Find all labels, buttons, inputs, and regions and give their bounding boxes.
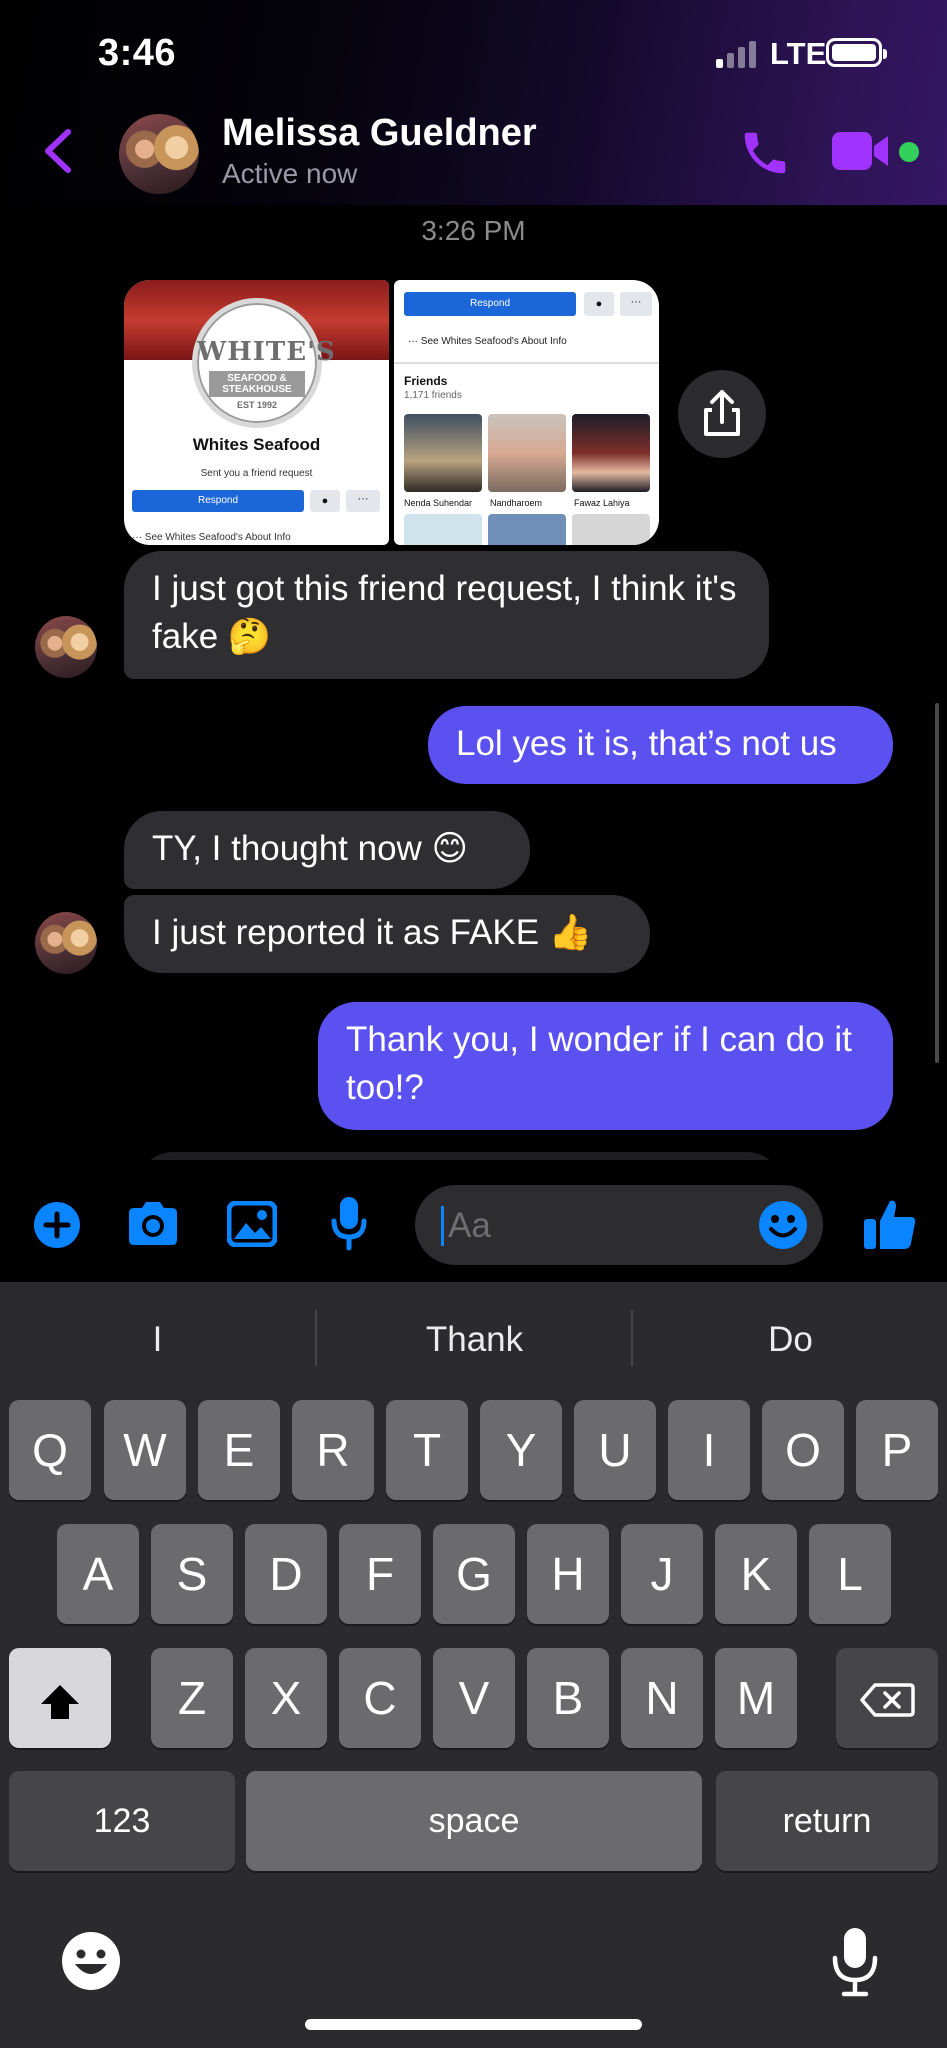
emoji-icon[interactable]	[758, 1200, 808, 1250]
sender-avatar	[35, 616, 97, 678]
share-icon[interactable]	[678, 370, 766, 458]
key-w[interactable]: W	[104, 1400, 186, 1500]
key-d[interactable]: D	[245, 1524, 327, 1624]
contact-avatar[interactable]	[119, 114, 199, 194]
respond-button: Respond	[404, 292, 576, 316]
friend-photo	[404, 514, 482, 545]
friend-name: Nandharoem	[490, 498, 543, 508]
key-k[interactable]: K	[715, 1524, 797, 1624]
image-attachment-friends[interactable]: Respond ● ··· ··· See Whites Seafood's A…	[394, 280, 659, 545]
key-l[interactable]: L	[809, 1524, 891, 1624]
sender-avatar	[35, 912, 97, 974]
key-e[interactable]: E	[198, 1400, 280, 1500]
image-attachment-profile[interactable]: WHITE'S SEAFOOD & STEAKHOUSE EST 1992 Wh…	[124, 280, 389, 545]
friends-count: 1,171 friends	[404, 390, 462, 401]
shift-key[interactable]	[9, 1648, 111, 1748]
messenger-icon: ●	[310, 490, 340, 512]
back-icon[interactable]	[38, 128, 78, 174]
friend-name: Fawaz Lahiya	[574, 498, 630, 508]
backspace-icon	[860, 1683, 915, 1717]
respond-button: Respond	[132, 490, 304, 512]
key-h[interactable]: H	[527, 1524, 609, 1624]
key-q[interactable]: Q	[9, 1400, 91, 1500]
backspace-key[interactable]	[836, 1648, 938, 1748]
friend-photo	[488, 414, 566, 492]
key-o[interactable]: O	[762, 1400, 844, 1500]
key-r[interactable]: R	[292, 1400, 374, 1500]
key-y[interactable]: Y	[480, 1400, 562, 1500]
key-a[interactable]: A	[57, 1524, 139, 1624]
key-z[interactable]: Z	[151, 1648, 233, 1748]
online-indicator	[899, 142, 919, 162]
key-g[interactable]: G	[433, 1524, 515, 1624]
incoming-message[interactable]: TY, I thought now 😊	[124, 811, 530, 889]
status-time: 3:46	[98, 32, 177, 74]
more-button: ···	[620, 292, 652, 316]
friend-photo	[404, 414, 482, 492]
emoji-keyboard-icon[interactable]	[60, 1930, 122, 1997]
key-s[interactable]: S	[151, 1524, 233, 1624]
plus-icon[interactable]	[33, 1201, 81, 1254]
numbers-key[interactable]: 123	[9, 1771, 235, 1871]
friend-photo	[572, 514, 650, 545]
scrollbar[interactable]	[935, 703, 939, 1063]
key-p[interactable]: P	[856, 1400, 938, 1500]
business-logo: WHITE'S SEAFOOD & STEAKHOUSE EST 1992	[192, 298, 335, 428]
divider	[394, 362, 659, 364]
more-button: ···	[346, 490, 380, 512]
dictation-icon[interactable]	[830, 1926, 880, 2003]
space-key[interactable]: space	[246, 1771, 702, 1871]
about-info-link: ··· See Whites Seafood's About Info	[132, 532, 291, 543]
friends-title: Friends	[404, 374, 448, 388]
friend-photo	[488, 514, 566, 545]
message-timestamp: 3:26 PM	[421, 215, 526, 246]
outgoing-message[interactable]: Lol yes it is, that’s not us	[428, 706, 893, 784]
home-indicator[interactable]	[305, 2019, 642, 2030]
incoming-message[interactable]: I just got this friend request, I think …	[124, 551, 769, 679]
battery-icon	[826, 38, 887, 67]
key-f[interactable]: F	[339, 1524, 421, 1624]
key-b[interactable]: B	[527, 1648, 609, 1748]
about-info-link: ··· See Whites Seafood's About Info	[408, 336, 567, 347]
key-t[interactable]: T	[386, 1400, 468, 1500]
incoming-message[interactable]: I just reported it as FAKE 👍	[124, 895, 650, 973]
messenger-icon: ●	[584, 292, 614, 316]
contact-name[interactable]: Melissa Gueldner	[222, 112, 537, 155]
thumbs-up-icon[interactable]	[862, 1195, 918, 1251]
text-caret	[441, 1206, 444, 1246]
key-m[interactable]: M	[715, 1648, 797, 1748]
suggestion-2[interactable]: Thank	[317, 1320, 632, 1360]
key-v[interactable]: V	[433, 1648, 515, 1748]
key-u[interactable]: U	[574, 1400, 656, 1500]
outgoing-message[interactable]: Thank you, I wonder if I can do it too!?	[318, 1002, 893, 1130]
cell-signal-icon	[716, 40, 756, 68]
key-x[interactable]: X	[245, 1648, 327, 1748]
message-input-placeholder: Aa	[448, 1206, 491, 1245]
camera-icon[interactable]	[125, 1199, 181, 1254]
key-n[interactable]: N	[621, 1648, 703, 1748]
key-j[interactable]: J	[621, 1524, 703, 1624]
suggestion-1[interactable]: I	[0, 1320, 315, 1360]
key-i[interactable]: I	[668, 1400, 750, 1500]
profile-name: Whites Seafood	[192, 435, 321, 454]
network-type: LTE	[770, 36, 827, 71]
friend-name: Nenda Suhendar	[404, 498, 473, 508]
key-c[interactable]: C	[339, 1648, 421, 1748]
microphone-icon[interactable]	[330, 1195, 368, 1256]
video-call-icon[interactable]	[830, 128, 892, 174]
return-key[interactable]: return	[716, 1771, 938, 1871]
gallery-icon[interactable]	[226, 1200, 278, 1252]
suggestion-3[interactable]: Do	[633, 1320, 947, 1360]
shift-arrow-icon	[41, 1684, 79, 1719]
phone-call-icon[interactable]	[738, 126, 792, 180]
contact-status: Active now	[222, 158, 358, 189]
friend-photo	[572, 414, 650, 492]
profile-subtitle: Sent you a friend request	[200, 468, 313, 479]
